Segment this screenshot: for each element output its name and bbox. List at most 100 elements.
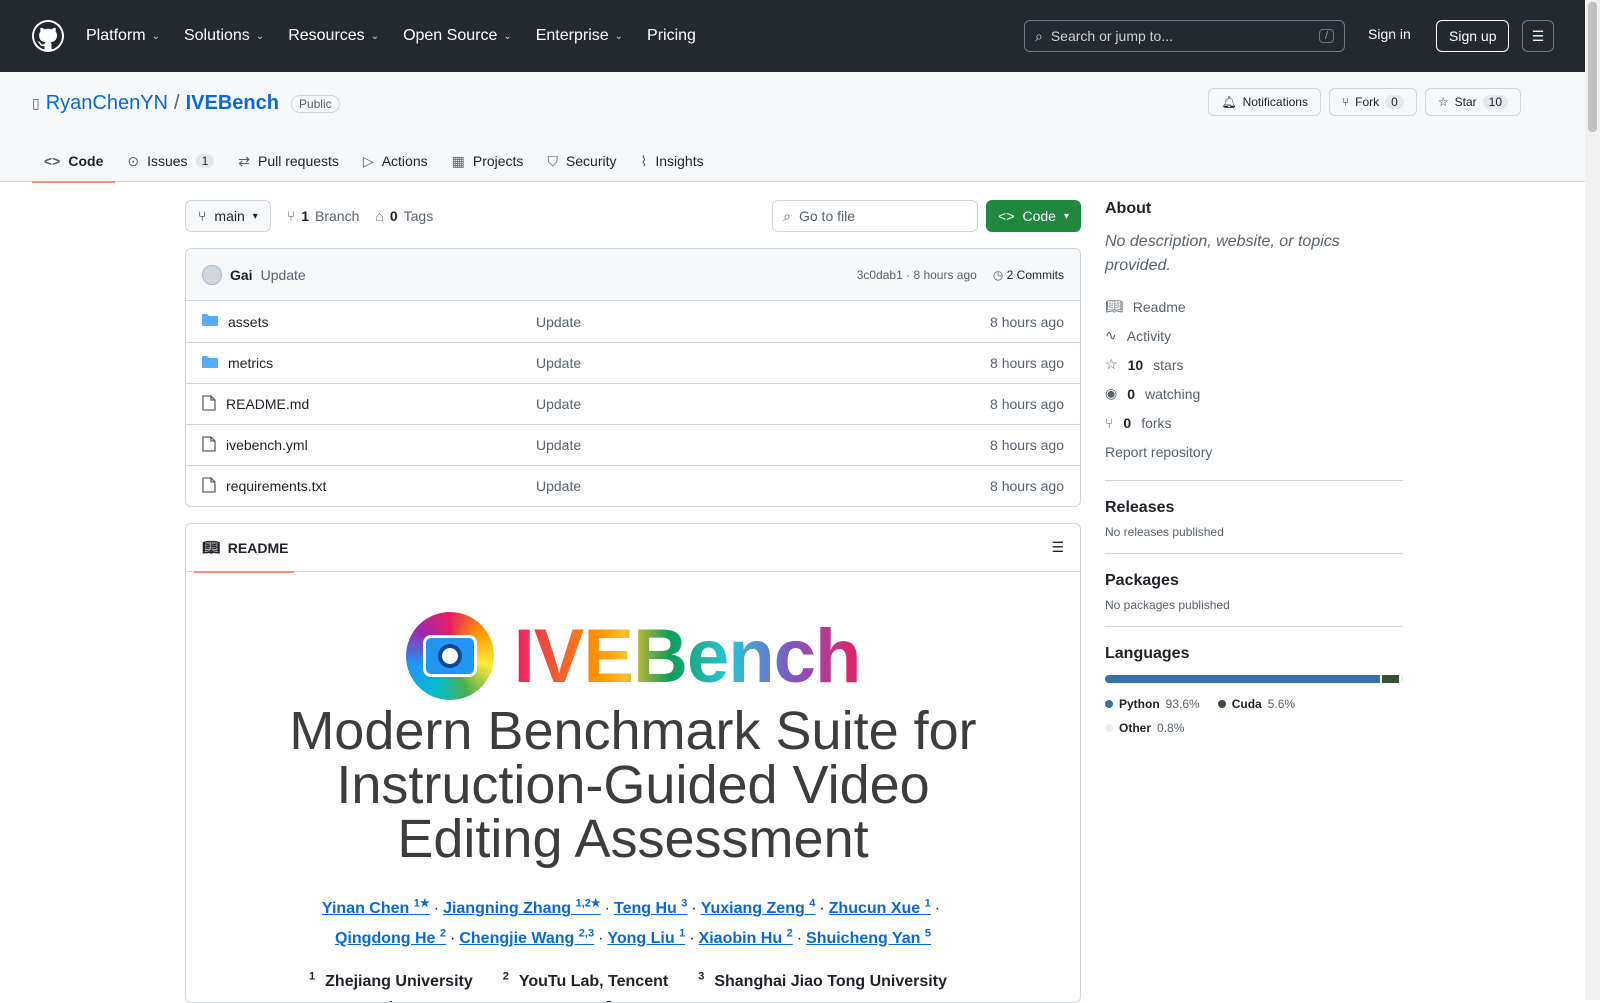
hamburger-menu-icon[interactable]: ☰ [1522,20,1554,52]
nav-item-label: Platform [86,27,146,44]
readme-hero: IVEBench Modern Benchmark Suite for Inst… [253,612,1013,1002]
author-link[interactable]: Qingdong He 2 [335,927,446,946]
author-link[interactable]: Chengjie Wang 2,3 [459,927,594,946]
nav-item-solutions[interactable]: Solutions ⌄ [184,27,264,45]
file-time: 8 hours ago [990,355,1064,371]
language-dot-icon [1217,700,1226,708]
tab-pull-requests[interactable]: ⇄ Pull requests [226,140,351,182]
readme-tab[interactable]: 📖︎ README [194,524,294,573]
notifications-button[interactable]: 🔔︎ Notifications [1208,88,1321,116]
file-commit-message[interactable]: Update [536,478,990,494]
avatar[interactable] [202,264,222,285]
tab-projects[interactable]: ▦ Projects [440,140,536,182]
author-link[interactable]: Yinan Chen 1★ [322,898,430,917]
table-row[interactable]: ivebench.yml Update 8 hours ago [186,424,1080,465]
star-button[interactable]: ☆ Star 10 [1424,88,1521,116]
language-item[interactable]: Cuda 5.6% [1217,697,1295,711]
branch-selector[interactable]: ⑂ main ▾ [185,200,271,232]
outline-icon[interactable]: ☰ [1051,539,1064,556]
go-to-file-input[interactable]: ⌕ Go to file [772,200,979,232]
main-content: ⑂ main ▾ ⑂ 1 Branch ⌂ 0 Tags ⌕ Go to file <> Cod… [185,200,1081,1003]
repo-name-link[interactable]: IVEBench [186,92,279,115]
fork-button[interactable]: ⑂ Fork 0 [1328,88,1417,116]
search-placeholder: Search or jump to... [1050,28,1174,44]
tab-code[interactable]: <> Code [32,140,116,183]
table-row[interactable]: metrics Update 8 hours ago [186,342,1080,383]
search-icon: ⌕ [783,207,791,224]
nav-item-enterprise[interactable]: Enterprise ⌄ [536,27,623,45]
author-affiliation: 5 [924,927,931,940]
author-link[interactable]: Zhucun Xue 1 [829,898,931,917]
folder-icon [202,355,218,372]
author-link[interactable]: Jiangning Zhang 1,2★ [443,898,601,917]
tags-link[interactable]: ⌂ 0 Tags [375,208,433,224]
stars-label: stars [1153,356,1184,373]
authors-list: Yinan Chen 1★ · Jiangning Zhang 1,2★ · Teng … [253,892,1013,951]
packages-text: No packages published [1105,598,1230,612]
file-name[interactable]: assets [228,314,268,330]
author-link[interactable]: Shuicheng Yan 5 [806,927,931,946]
book-icon: 📖︎ [202,539,220,555]
tab-actions[interactable]: ▷ Actions [351,140,440,182]
author-link[interactable]: Yuxiang Zeng 4 [701,898,816,917]
file-name[interactable]: metrics [228,355,273,371]
sign-in-link[interactable]: Sign in [1368,26,1411,42]
language-bar-segment [1382,675,1399,683]
tag-label: Tags [403,208,434,224]
file-commit-message[interactable]: Update [536,314,990,330]
file-time: 8 hours ago [990,437,1064,453]
scrollbar[interactable] [1585,0,1600,1000]
file-name[interactable]: requirements.txt [226,478,326,494]
table-row[interactable]: requirements.txt Update 8 hours ago [186,465,1080,506]
folder-icon [202,313,218,330]
file-commit-message[interactable]: Update [536,437,990,453]
commit-author[interactable]: Gai [230,267,253,283]
commit-message[interactable]: Update [261,267,306,283]
play-icon: ▷ [362,152,374,169]
search-input[interactable]: ⌕ Search or jump to... / [1024,20,1345,52]
chevron-down-icon: ⌄ [151,30,160,42]
stars-link[interactable]: ☆ 10 stars [1105,350,1403,379]
table-row[interactable]: assets Update 8 hours ago [186,301,1080,342]
notifications-label: Notifications [1242,95,1308,109]
releases-title[interactable]: Releases [1105,499,1403,517]
watching-link[interactable]: ◉ 0 watching [1105,379,1403,408]
packages-title[interactable]: Packages [1105,572,1403,590]
repo-title: ▯ RyanChenYN / IVEBench Public [32,92,340,115]
report-repository-link[interactable]: Report repository [1105,437,1403,466]
language-item[interactable]: Other 0.8% [1105,721,1184,735]
affiliation: 2 YouTu Lab, Tencent [503,971,678,990]
language-item[interactable]: Python 93.6% [1105,697,1200,711]
tab-issues[interactable]: ⊙ Issues 1 [115,140,226,182]
nav-item-open-source[interactable]: Open Source ⌄ [403,27,512,45]
file-name[interactable]: README.md [226,396,309,412]
nav-item-resources[interactable]: Resources ⌄ [288,27,379,45]
commit-hash[interactable]: 3c0dab1 [857,268,903,282]
author-link[interactable]: Yong Liu 1 [607,927,685,946]
file-toolbar: ⑂ main ▾ ⑂ 1 Branch ⌂ 0 Tags ⌕ Go to file <> Cod… [185,200,1081,232]
sign-up-button[interactable]: Sign up [1436,20,1510,52]
tab-insights[interactable]: ⌇ Insights [629,140,716,182]
nav-item-pricing[interactable]: Pricing [647,27,696,45]
scrollbar-thumb[interactable] [1588,2,1597,132]
nav-item-label: Resources [288,27,365,44]
code-button[interactable]: <> Code ▾ [986,200,1081,232]
github-logo-icon[interactable] [32,20,64,52]
commits-link[interactable]: ◷ 2 Commits [993,268,1064,282]
languages-title: Languages [1105,645,1190,662]
file-commit-message[interactable]: Update [536,396,990,412]
author-link[interactable]: Xiaobin Hu 2 [699,927,793,946]
file-name-cell: assets [202,313,536,330]
activity-link[interactable]: ∿ Activity [1105,321,1403,350]
nav-item-platform[interactable]: Platform ⌄ [86,27,160,45]
file-name[interactable]: ivebench.yml [226,437,308,453]
table-row[interactable]: README.md Update 8 hours ago [186,383,1080,424]
file-commit-message[interactable]: Update [536,355,990,371]
forks-link[interactable]: ⑂ 0 forks [1105,408,1403,437]
repo-owner-link[interactable]: RyanChenYN [46,92,168,115]
watching-label: watching [1145,385,1201,402]
branches-link[interactable]: ⑂ 1 Branch [287,208,360,224]
tab-security[interactable]: ⛉ Security [535,140,628,182]
author-link[interactable]: Teng Hu 3 [614,898,687,917]
readme-link[interactable]: 📖︎ Readme [1105,292,1403,321]
